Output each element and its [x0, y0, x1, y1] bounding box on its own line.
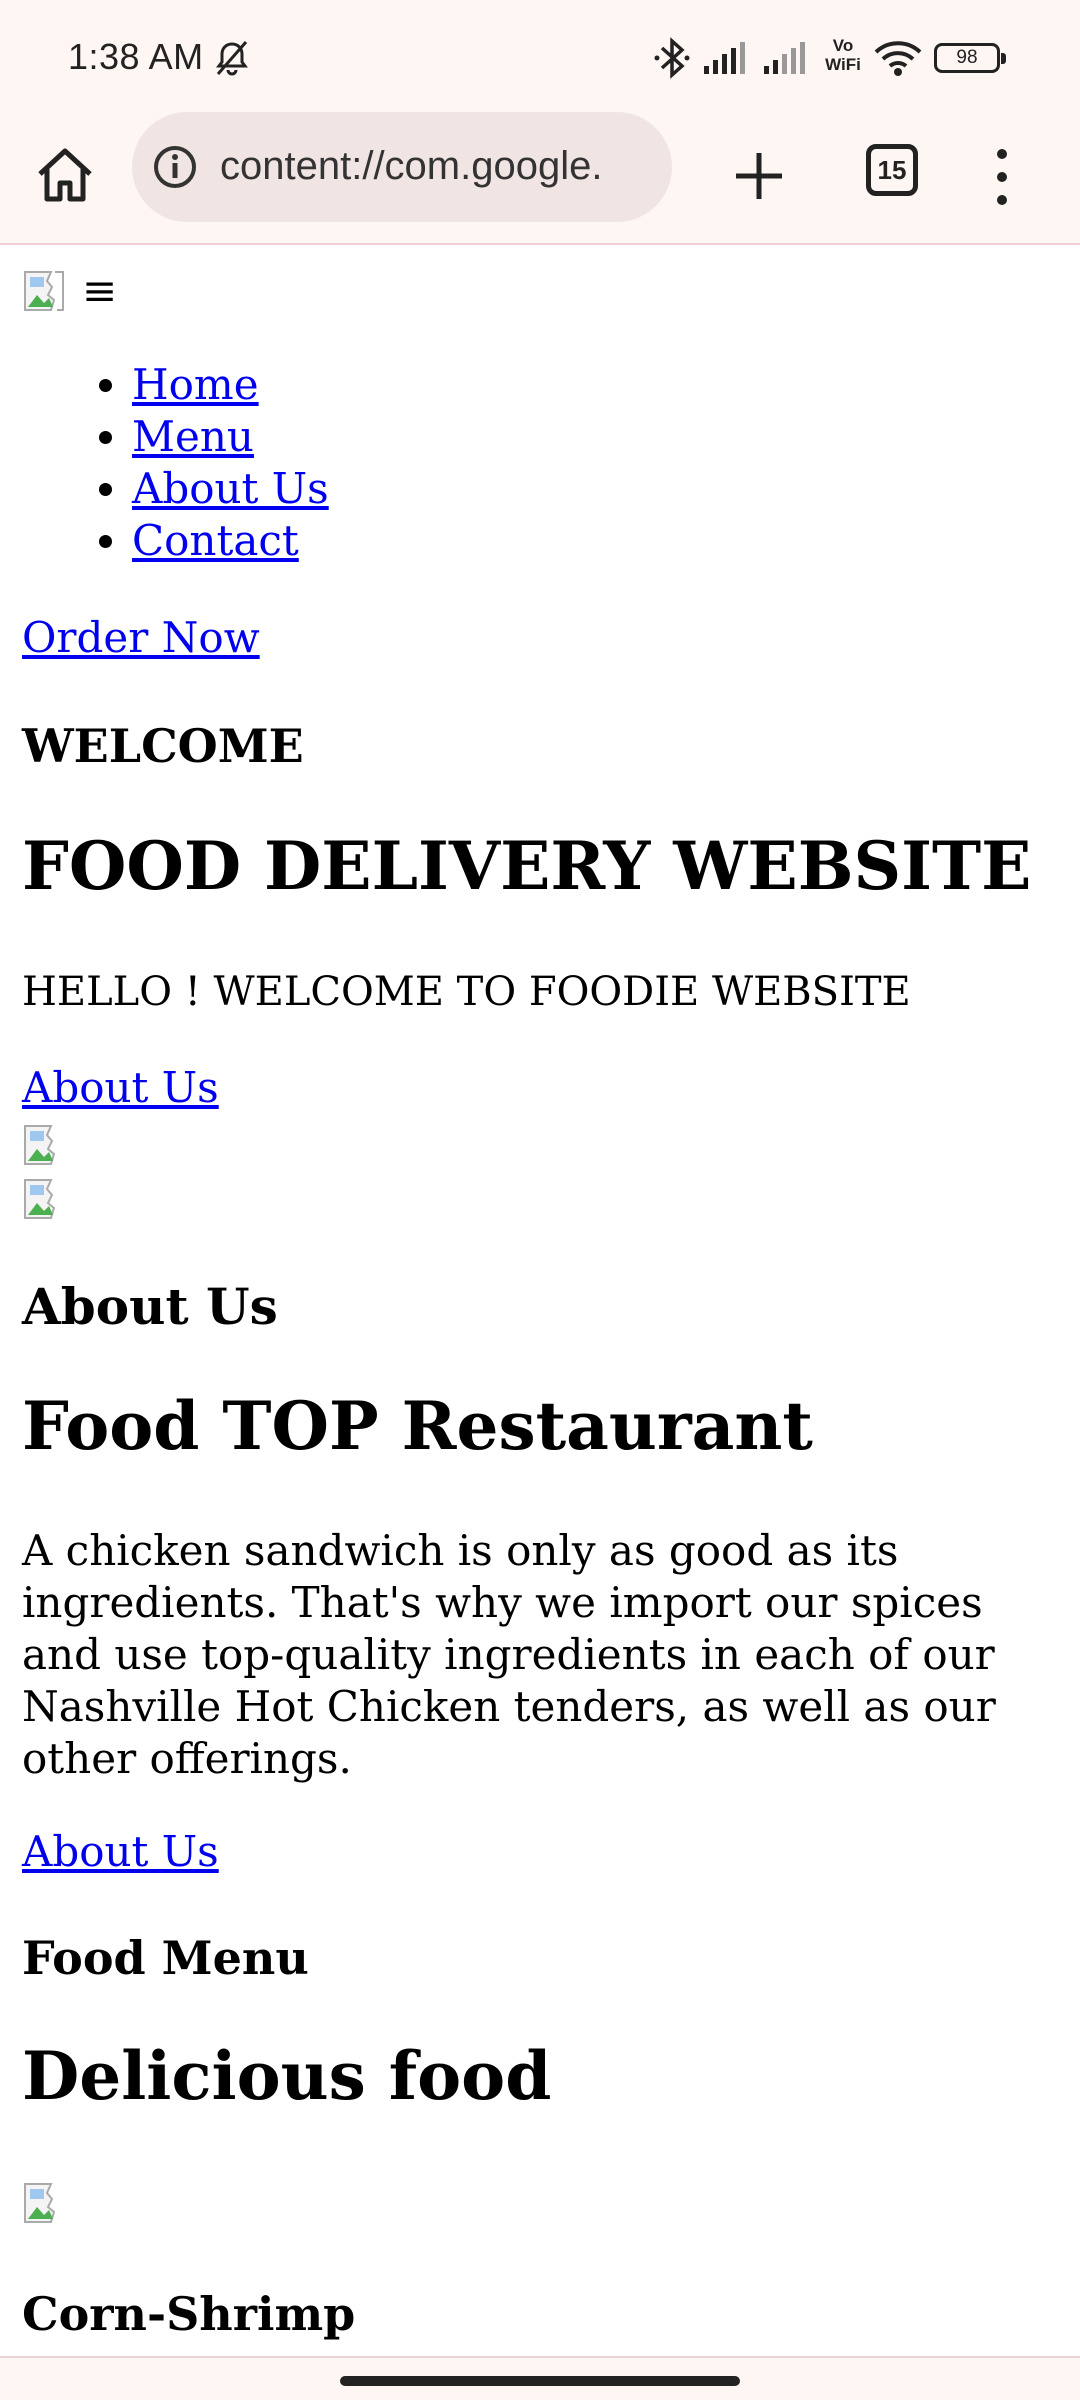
hamburger-menu-icon[interactable]: ≡	[82, 261, 117, 321]
wifi-icon	[874, 41, 922, 76]
battery-indicator: 98	[934, 43, 1006, 73]
main-heading: FOOD DELIVERY WEBSITE	[22, 827, 1032, 905]
browser-toolbar: content://com.google. 15	[0, 110, 1080, 245]
info-icon[interactable]	[152, 144, 198, 190]
about-us-link[interactable]: About Us	[22, 1063, 219, 1112]
url-text[interactable]: content://com.google.	[220, 144, 660, 189]
more-icon[interactable]	[986, 144, 1018, 210]
restaurant-heading: Food TOP Restaurant	[22, 1387, 813, 1465]
site-header: ≡	[22, 266, 117, 319]
hello-text: HELLO ! WELCOME TO FOODIE WEBSITE	[22, 969, 911, 1015]
nav-item-menu: Menu	[132, 411, 329, 463]
nav-item-about: About Us	[132, 463, 329, 515]
gesture-bar	[0, 2356, 1080, 2400]
home-gesture-handle[interactable]	[340, 2376, 740, 2386]
vowifi-indicator: Vo WiFi	[820, 36, 866, 80]
menu-heading: Food Menu	[22, 1931, 309, 1985]
nav-link-about[interactable]: About Us	[132, 464, 329, 513]
nav-link-home[interactable]: Home	[132, 360, 259, 409]
nav-menu: Home Menu About Us Contact	[22, 359, 329, 567]
home-icon[interactable]	[32, 142, 98, 208]
broken-image-icon	[24, 2183, 56, 2223]
tab-switcher-button[interactable]: 15	[866, 144, 918, 196]
about-paragraph: A chicken sandwich is only as good as it…	[22, 1526, 996, 1783]
nav-item-contact: Contact	[132, 515, 329, 567]
about-us-link[interactable]: About Us	[22, 1827, 219, 1876]
address-bar[interactable]: content://com.google.	[132, 112, 672, 222]
menu-item-heading: Corn-Shrimp	[22, 2287, 356, 2341]
plus-icon[interactable]	[728, 145, 790, 207]
broken-image-icon	[24, 1179, 56, 1219]
signal-icon	[764, 42, 805, 74]
status-time: 1:38 AM	[68, 36, 204, 77]
broken-image-icon	[24, 1125, 56, 1165]
delicious-heading: Delicious food	[22, 2037, 552, 2115]
nav-link-contact[interactable]: Contact	[132, 516, 299, 565]
page-content: ≡ Home Menu About Us Contact Order Now W…	[0, 247, 1080, 2347]
broken-logo-image-icon	[24, 271, 64, 311]
bluetooth-icon	[654, 37, 690, 79]
about-heading: About Us	[22, 1277, 278, 1336]
bell-off-icon	[216, 41, 248, 76]
welcome-heading: WELCOME	[22, 719, 304, 773]
vowifi-line-1: Vo	[832, 36, 854, 55]
nav-link-menu[interactable]: Menu	[132, 412, 254, 461]
nav-item-home: Home	[132, 359, 329, 411]
status-bar: 1:38 AM Vo WiFi 98	[0, 0, 1080, 110]
signal-icon	[704, 42, 745, 74]
order-now-link[interactable]: Order Now	[22, 613, 260, 662]
vowifi-line-2: WiFi	[825, 55, 861, 74]
